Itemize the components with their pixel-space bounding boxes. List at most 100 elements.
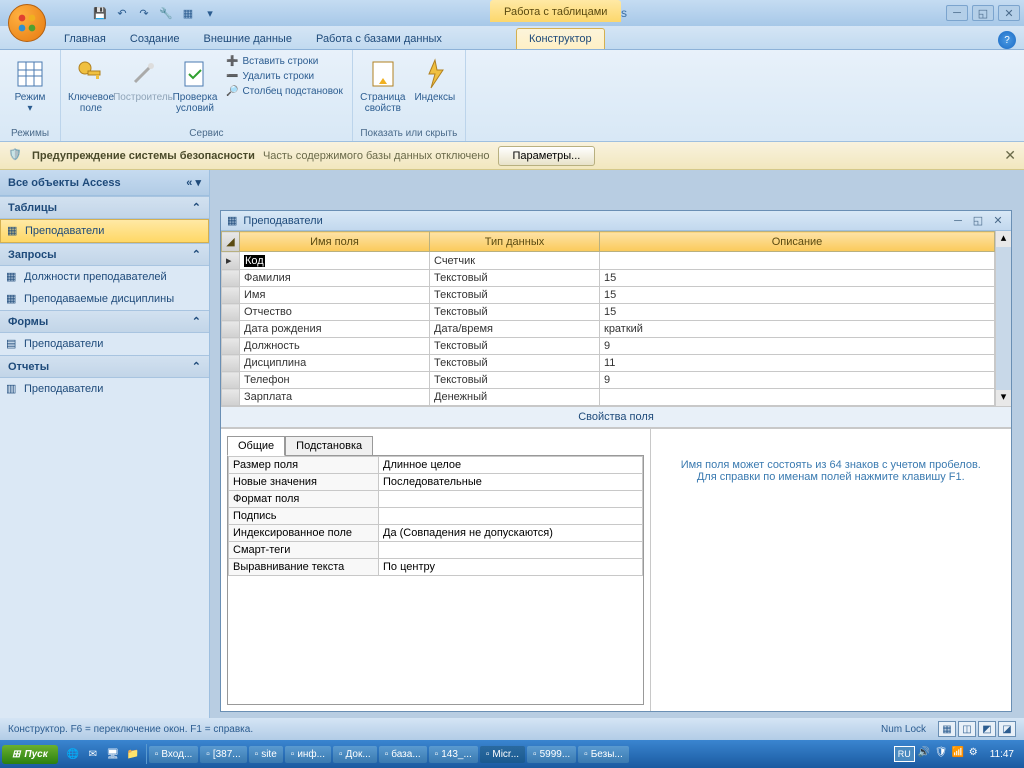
help-icon[interactable]: ?	[998, 31, 1016, 49]
tray-icon[interactable]: 📶	[952, 747, 966, 761]
col-data-type[interactable]: Тип данных	[430, 232, 600, 252]
nav-item-query-2[interactable]: ▦Преподаваемые дисциплины	[0, 288, 209, 310]
property-row[interactable]: Индексированное полеДа (Совпадения не до…	[229, 525, 643, 542]
field-grid[interactable]: ◢ Имя поля Тип данных Описание ▸КодСчетч…	[221, 231, 995, 406]
row-selector[interactable]: ▸	[222, 252, 240, 270]
view-design-icon[interactable]: ◪	[998, 721, 1016, 737]
row-selector[interactable]	[222, 338, 240, 355]
ql-icon[interactable]: 🌐	[64, 744, 82, 764]
ql-icon[interactable]: ✉	[84, 744, 102, 764]
field-row[interactable]: ИмяТекстовый15	[222, 287, 995, 304]
collapse-icon[interactable]: ⌃	[192, 360, 201, 373]
row-selector[interactable]	[222, 389, 240, 406]
col-field-name[interactable]: Имя поля	[240, 232, 430, 252]
view-chart-icon[interactable]: ◩	[978, 721, 996, 737]
nav-item-form-1[interactable]: ▤Преподаватели	[0, 333, 209, 355]
tab-lookup[interactable]: Подстановка	[285, 436, 373, 456]
field-row[interactable]: Дата рожденияДата/времякраткий	[222, 321, 995, 338]
window-minimize-icon[interactable]: ─	[951, 214, 965, 228]
property-row[interactable]: Формат поля	[229, 491, 643, 508]
undo-icon[interactable]: ↶	[114, 5, 130, 21]
close-security-icon[interactable]: ✕	[1004, 147, 1016, 164]
field-row[interactable]: ОтчествоТекстовый15	[222, 304, 995, 321]
taskbar-item[interactable]: ▫база...	[379, 746, 427, 763]
save-icon[interactable]: 💾	[92, 5, 108, 21]
property-row[interactable]: Смарт-теги	[229, 542, 643, 559]
collapse-icon[interactable]: ⌃	[192, 201, 201, 214]
tray-icon[interactable]: 🔊	[918, 747, 932, 761]
property-row[interactable]: Выравнивание текстаПо центру	[229, 559, 643, 576]
vertical-scrollbar[interactable]: ▴▾	[995, 231, 1011, 406]
tab-designer[interactable]: Конструктор	[516, 28, 605, 49]
row-selector[interactable]	[222, 287, 240, 304]
delete-rows-button[interactable]: ➖Удалить строки	[223, 69, 346, 84]
taskbar-item[interactable]: ▫5999...	[527, 746, 576, 763]
row-selector[interactable]	[222, 355, 240, 372]
taskbar-item[interactable]: ▫Безы...	[578, 746, 629, 763]
view-datasheet-icon[interactable]: ▦	[938, 721, 956, 737]
nav-item-query-1[interactable]: ▦Должности преподавателей	[0, 266, 209, 288]
security-options-button[interactable]: Параметры...	[498, 146, 596, 166]
properties-grid[interactable]: Размер поляДлинное целоеНовые значенияПо…	[227, 455, 644, 705]
lookup-column-button[interactable]: 🔎Столбец подстановок	[223, 84, 346, 99]
nav-section-reports[interactable]: Отчеты⌃	[0, 355, 209, 378]
taskbar-item[interactable]: ▫инф...	[285, 746, 331, 763]
taskbar-item[interactable]: ▫Вход...	[149, 746, 199, 763]
language-indicator[interactable]: RU	[894, 746, 915, 762]
taskbar-item[interactable]: ▫[387...	[200, 746, 246, 763]
row-selector[interactable]	[222, 270, 240, 287]
ql-icon[interactable]: 📁	[124, 744, 142, 764]
selector-header[interactable]: ◢	[222, 232, 240, 252]
property-row[interactable]: Подпись	[229, 508, 643, 525]
taskbar-clock[interactable]: 11:47	[986, 749, 1018, 760]
nav-section-queries[interactable]: Запросы⌃	[0, 243, 209, 266]
taskbar-item[interactable]: ▫Док...	[333, 746, 377, 763]
field-row[interactable]: ФамилияТекстовый15	[222, 270, 995, 287]
start-button[interactable]: ⊞Пуск	[2, 745, 58, 764]
field-row[interactable]: ДисциплинаТекстовый11	[222, 355, 995, 372]
window-restore-icon[interactable]: ◱	[971, 214, 985, 228]
chevron-left-icon[interactable]: « ▾	[186, 176, 201, 189]
primary-key-button[interactable]: Ключевое поле	[67, 54, 115, 128]
property-sheet-button[interactable]: Страница свойств	[359, 54, 407, 128]
tab-home[interactable]: Главная	[52, 29, 118, 49]
qat-dropdown-icon[interactable]: ▾	[202, 5, 218, 21]
field-row[interactable]: ТелефонТекстовый9	[222, 372, 995, 389]
nav-section-forms[interactable]: Формы⌃	[0, 310, 209, 333]
view-button[interactable]: Режим▾	[6, 54, 54, 128]
view-pivot-icon[interactable]: ◫	[958, 721, 976, 737]
tab-dbtools[interactable]: Работа с базами данных	[304, 29, 454, 49]
minimize-button[interactable]: ─	[946, 5, 968, 21]
tab-general[interactable]: Общие	[227, 436, 285, 456]
builder-button[interactable]: Построитель	[119, 54, 167, 128]
col-description[interactable]: Описание	[600, 232, 995, 252]
row-selector[interactable]	[222, 321, 240, 338]
tab-create[interactable]: Создание	[118, 29, 192, 49]
insert-rows-button[interactable]: ➕Вставить строки	[223, 54, 346, 69]
wrench-icon[interactable]: 🔧	[158, 5, 174, 21]
property-row[interactable]: Размер поляДлинное целое	[229, 457, 643, 474]
tray-icon[interactable]: 🛡	[935, 747, 949, 761]
window-titlebar[interactable]: ▦ Преподаватели ─ ◱ ✕	[221, 211, 1011, 231]
field-row[interactable]: ▸КодСчетчик	[222, 252, 995, 270]
nav-item-report-1[interactable]: ▥Преподаватели	[0, 378, 209, 400]
row-selector[interactable]	[222, 304, 240, 321]
tab-external[interactable]: Внешние данные	[192, 29, 304, 49]
redo-icon[interactable]: ↷	[136, 5, 152, 21]
restore-button[interactable]: ◱	[972, 5, 994, 21]
validate-button[interactable]: Проверка условий	[171, 54, 219, 128]
close-button[interactable]: ✕	[998, 5, 1020, 21]
collapse-icon[interactable]: ⌃	[192, 248, 201, 261]
tray-icon[interactable]: ⚙	[969, 747, 983, 761]
ql-icon[interactable]: 🖥	[104, 744, 122, 764]
taskbar-item[interactable]: ▫143_...	[429, 746, 478, 763]
window-close-icon[interactable]: ✕	[991, 214, 1005, 228]
field-row[interactable]: ЗарплатаДенежный	[222, 389, 995, 406]
field-row[interactable]: ДолжностьТекстовый9	[222, 338, 995, 355]
office-button[interactable]	[8, 4, 46, 42]
taskbar-item[interactable]: ▫Micr...	[480, 746, 525, 763]
indexes-button[interactable]: Индексы	[411, 54, 459, 128]
property-row[interactable]: Новые значенияПоследовательные	[229, 474, 643, 491]
nav-section-tables[interactable]: Таблицы⌃	[0, 196, 209, 219]
row-selector[interactable]	[222, 372, 240, 389]
